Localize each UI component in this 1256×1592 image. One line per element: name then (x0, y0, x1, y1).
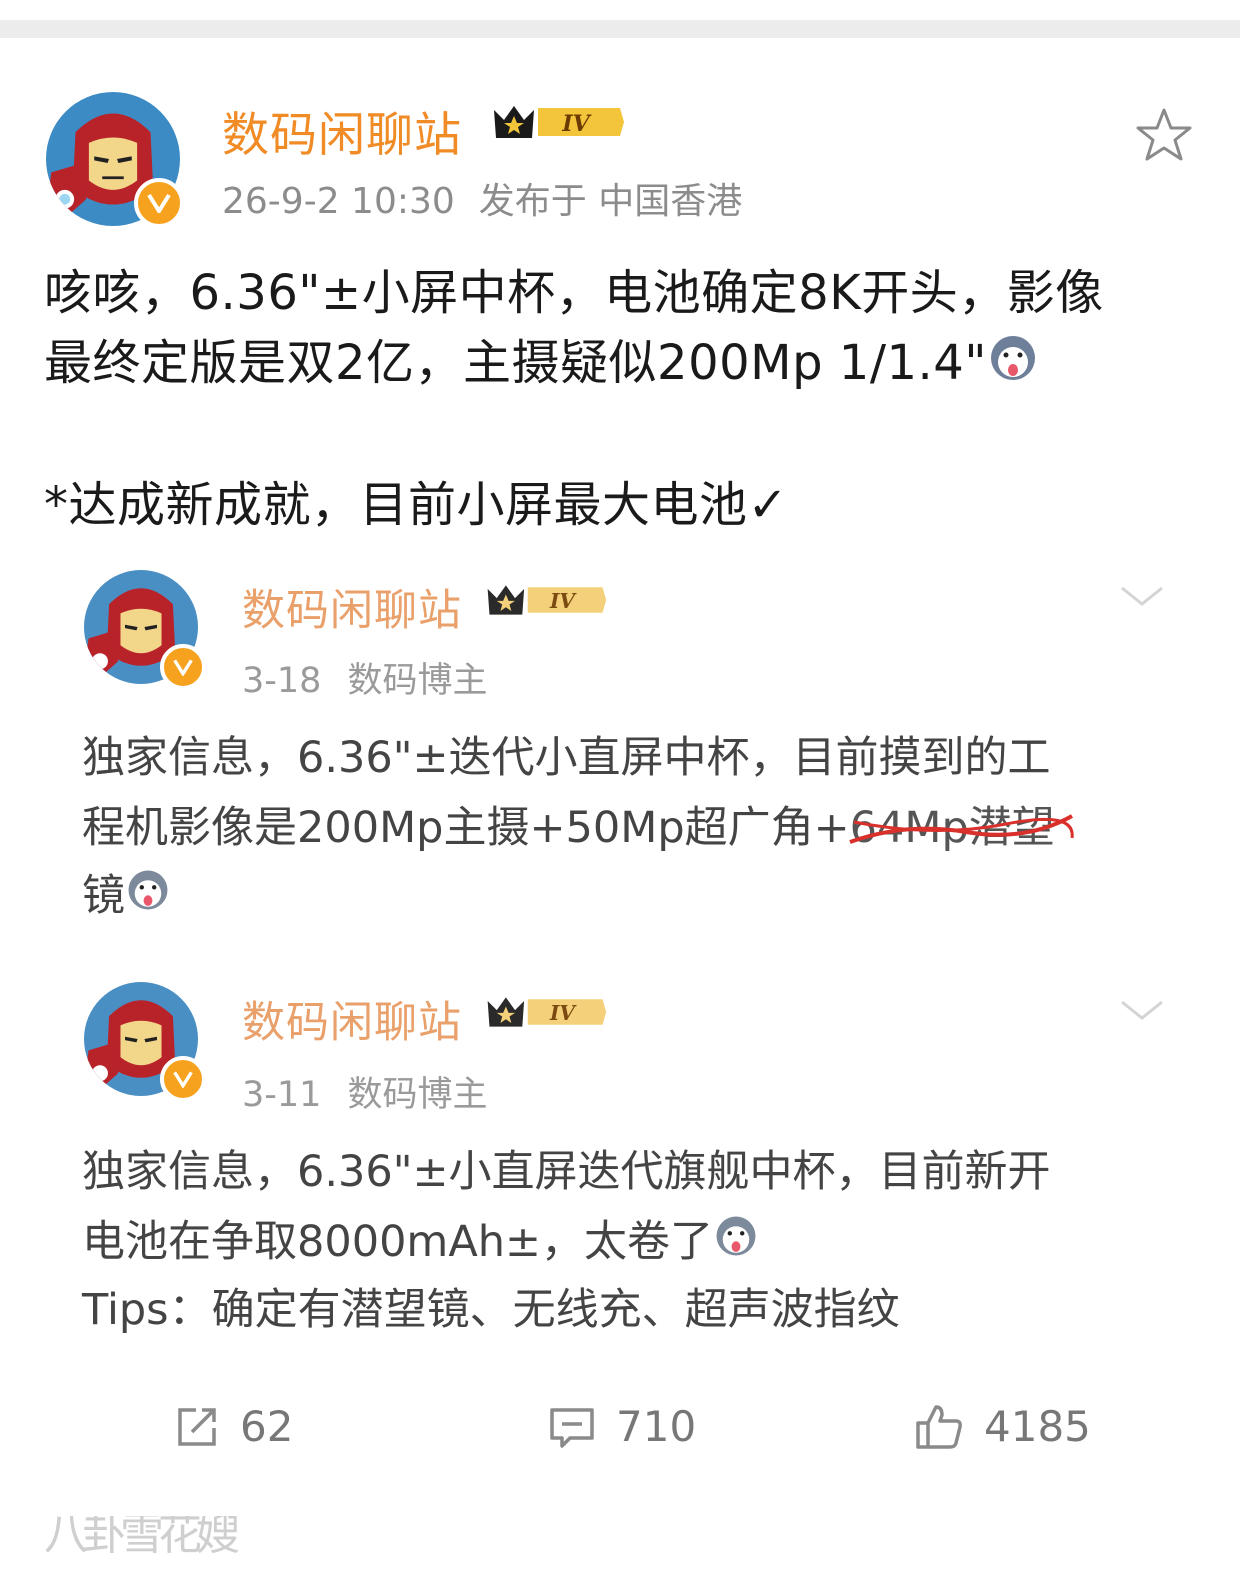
post-timestamp: 26-9-2 10:30 (222, 181, 455, 222)
quoted-date-1: 3-18 (242, 661, 322, 701)
quoted-author-name-2[interactable]: 数码闲聊站 (242, 988, 462, 1050)
like-icon (916, 1404, 962, 1449)
quoted-date-2: 3-11 (242, 1075, 322, 1115)
like-button[interactable]: 4185 (914, 1402, 1091, 1451)
author-name[interactable]: 数码闲聊站 (222, 96, 462, 165)
comment-count: 710 (616, 1402, 697, 1451)
comment-button[interactable]: 710 (548, 1402, 696, 1451)
husky-emoji (125, 865, 171, 933)
quoted-text-2-line-2: 电池在争取8000mAh±，太卷了 (82, 1208, 759, 1279)
quoted-author-name-1[interactable]: 数码闲聊站 (242, 576, 462, 638)
crown-level-icon[interactable]: IV (484, 990, 608, 1034)
verified-v-icon (134, 178, 184, 228)
post-body-line-2-text: 最终定版是双2亿，主摄疑似200Mp 1/1.4" (44, 335, 987, 391)
crown-level-icon[interactable]: IV (484, 578, 608, 622)
repost-icon (178, 1407, 216, 1446)
star-icon[interactable] (1134, 106, 1194, 164)
comment-icon (550, 1407, 594, 1448)
post-meta: 26-9-2 10:30 发布于 中国香港 (222, 172, 742, 224)
level-label: IV (561, 111, 591, 137)
quoted-text-1-line-2: 程机影像是200Mp主摄+50Mp超广角+64Mp潜望 (82, 794, 1074, 862)
repost-button[interactable]: 62 (174, 1402, 293, 1451)
quoted-role-1: 数码博主 (347, 661, 488, 701)
post-body-line-2: 最终定版是双2亿，主摄疑似200Mp 1/1.4" (44, 330, 1039, 401)
struck-text: 64Mp潜望 (848, 794, 1074, 862)
husky-emoji (713, 1211, 759, 1279)
repost-count: 62 (240, 1402, 294, 1451)
post-body-line-1: 咳咳，6.36"±小屏中杯，电池确定8K开头，影像 (44, 265, 1104, 321)
chevron-down-icon[interactable] (1120, 998, 1164, 1022)
quoted-meta-2: 3-11 数码博主 (242, 1066, 487, 1117)
quoted-role-2: 数码博主 (347, 1075, 488, 1115)
post-body-line-3: *达成新成就，目前小屏最大电池✓ (44, 477, 789, 533)
top-divider (0, 0, 1256, 42)
quoted-text-2-line-3: Tips：确定有潜望镜、无线充、超声波指纹 (82, 1285, 900, 1335)
svg-text:IV: IV (549, 589, 577, 613)
svg-text:IV: IV (549, 1001, 577, 1025)
watermark: 八卦雪花嫂 (44, 1516, 240, 1560)
quoted-text-1-line-2a: 程机影像是200Mp主摄+50Mp超广角+ (82, 803, 850, 853)
quoted-text-2-line-1: 独家信息，6.36"±小直屏迭代旗舰中杯，目前新开 (82, 1147, 1051, 1197)
verified-v-icon (160, 1056, 206, 1102)
chevron-down-icon[interactable] (1120, 584, 1164, 608)
quoted-text-1-line-1: 独家信息，6.36"±迭代小直屏中杯，目前摸到的工 (82, 733, 1051, 783)
quoted-meta-1: 3-18 数码博主 (242, 652, 487, 703)
quoted-text-1-line-3: 镜 (82, 862, 171, 933)
post-location: 发布于 中国香港 (478, 181, 743, 222)
like-count: 4185 (984, 1402, 1091, 1451)
crown-level-icon[interactable]: IV (490, 98, 626, 146)
verified-v-icon (160, 644, 206, 690)
husky-emoji (987, 332, 1039, 401)
